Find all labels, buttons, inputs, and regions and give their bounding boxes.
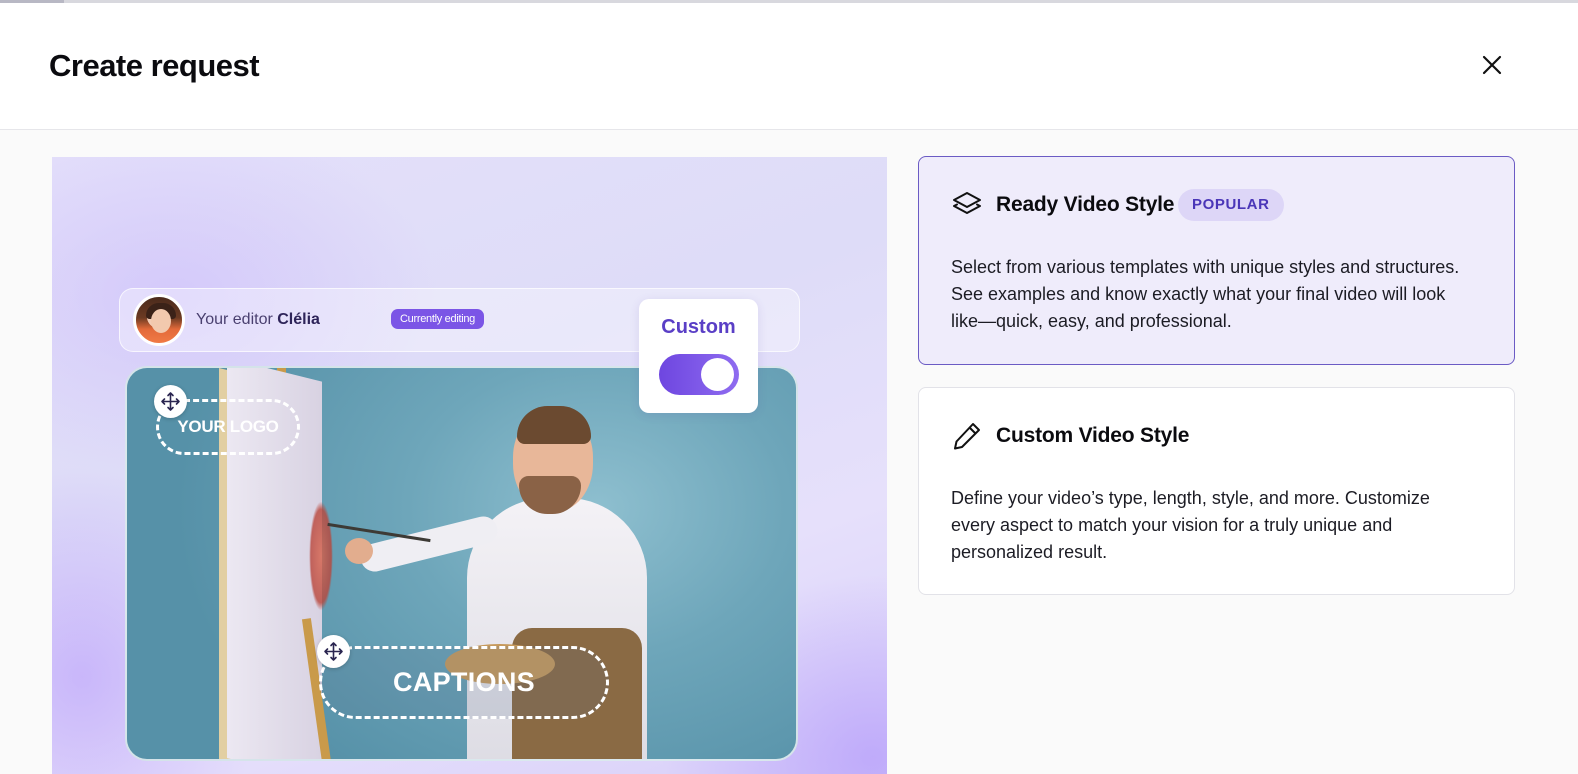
layers-icon [951,189,983,221]
close-button[interactable] [1478,51,1506,79]
option-title: Custom Video Style [996,424,1190,447]
option-title: Ready Video Style [996,193,1175,216]
option-custom-video-style[interactable]: Custom Video Style Define your video’s t… [918,387,1515,595]
custom-label: Custom [661,316,736,338]
custom-toggle [659,354,739,395]
option-description: Define your video’s type, length, style,… [951,488,1430,562]
editor-name: Clélia [277,311,320,328]
style-preview-illustration: Your editor Clélia Currently editing Cus… [52,157,887,774]
avatar-face [151,309,171,333]
move-icon [317,635,350,668]
dialog-header: Create request [0,3,1578,130]
popular-badge: POPULAR [1178,189,1284,221]
pencil-icon [951,420,983,452]
editor-label: Your editor Clélia [196,311,320,329]
painting-artwork [309,501,333,611]
move-icon [154,385,187,418]
avatar [133,294,185,346]
painter-hair [517,406,591,444]
dialog-title: Create request [49,48,260,83]
captions-placeholder: CAPTIONS [319,646,609,719]
editing-status-badge: Currently editing [391,309,484,329]
video-frame: YOUR LOGO CAPTIONS [125,366,798,761]
close-icon [1482,55,1502,75]
editor-prefix: Your editor [196,311,273,328]
option-ready-video-style[interactable]: Ready Video Style POPULAR Select from va… [918,156,1515,365]
toggle-knob [701,358,734,391]
painter-hand [345,538,373,564]
option-description: Select from various templates with uniqu… [951,257,1460,331]
custom-toggle-card: Custom [639,299,758,413]
